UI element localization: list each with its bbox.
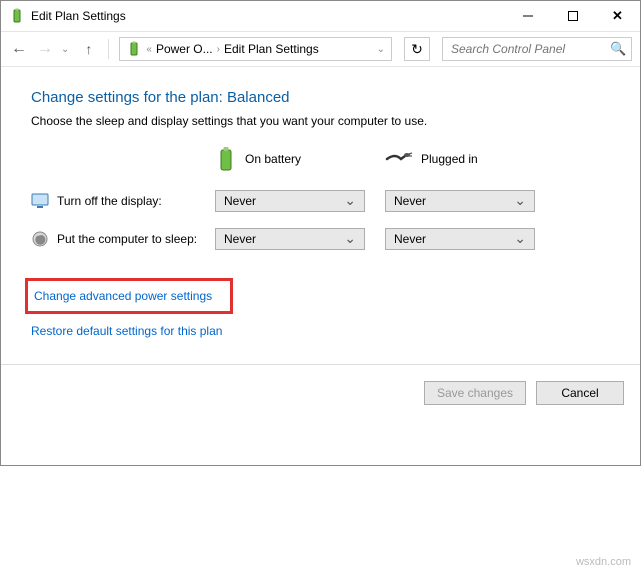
row-turn-off-display: Turn off the display: Never Never bbox=[31, 190, 610, 212]
breadcrumb-power-options[interactable]: Power O... bbox=[156, 42, 213, 56]
row-label-sleep: Put the computer to sleep: bbox=[57, 232, 197, 246]
window-title: Edit Plan Settings bbox=[31, 9, 505, 23]
search-icon[interactable]: 🔍 bbox=[610, 41, 626, 57]
link-advanced-settings[interactable]: Change advanced power settings bbox=[34, 289, 212, 303]
power-options-icon bbox=[9, 8, 25, 24]
link-restore-defaults[interactable]: Restore default settings for this plan bbox=[31, 324, 222, 338]
forward-button[interactable]: → bbox=[35, 39, 55, 59]
search-input[interactable] bbox=[449, 41, 610, 57]
minimize-button[interactable] bbox=[505, 1, 550, 31]
breadcrumb-edit-plan[interactable]: Edit Plan Settings bbox=[224, 42, 319, 56]
column-label-plugged: Plugged in bbox=[421, 152, 478, 166]
divider bbox=[108, 39, 109, 59]
battery-icon bbox=[215, 146, 237, 172]
maximize-button[interactable] bbox=[550, 1, 595, 31]
display-icon bbox=[31, 192, 49, 210]
chevron-left-icon: « bbox=[146, 44, 152, 55]
address-bar[interactable]: « Power O... › Edit Plan Settings ⌄ bbox=[119, 37, 392, 61]
back-button[interactable]: ← bbox=[9, 39, 29, 59]
row-label-display: Turn off the display: bbox=[57, 194, 162, 208]
column-plugged-in: Plugged in bbox=[385, 151, 555, 167]
highlight-box: Change advanced power settings bbox=[25, 278, 233, 314]
page-heading: Change settings for the plan: Balanced bbox=[31, 89, 610, 106]
column-on-battery: On battery bbox=[215, 146, 385, 172]
content-area: Change settings for the plan: Balanced C… bbox=[1, 67, 640, 365]
watermark: wsxdn.com bbox=[576, 556, 631, 568]
select-display-plugged[interactable]: Never bbox=[385, 190, 535, 212]
links-area: Change advanced power settings Restore d… bbox=[31, 278, 610, 338]
navigation-toolbar: ← → ⌄ ↑ « Power O... › Edit Plan Setting… bbox=[1, 31, 640, 67]
chevron-down-icon[interactable]: ⌄ bbox=[377, 44, 385, 55]
sleep-icon bbox=[31, 230, 49, 248]
columns-header: On battery Plugged in bbox=[31, 146, 610, 172]
row-sleep: Put the computer to sleep: Never Never bbox=[31, 228, 610, 250]
history-dropdown-icon[interactable]: ⌄ bbox=[61, 44, 69, 55]
window: Edit Plan Settings ← → ⌄ ↑ « Power O.. bbox=[0, 0, 641, 466]
select-display-battery[interactable]: Never bbox=[215, 190, 365, 212]
column-label-battery: On battery bbox=[245, 152, 301, 166]
cancel-button[interactable]: Cancel bbox=[536, 381, 624, 405]
power-options-icon bbox=[126, 41, 142, 57]
save-button[interactable]: Save changes bbox=[424, 381, 526, 405]
select-sleep-plugged[interactable]: Never bbox=[385, 228, 535, 250]
window-controls bbox=[505, 1, 640, 31]
titlebar: Edit Plan Settings bbox=[1, 1, 640, 31]
up-button[interactable]: ↑ bbox=[85, 41, 92, 57]
refresh-button[interactable]: ↻ bbox=[404, 37, 430, 61]
close-button[interactable] bbox=[595, 1, 640, 31]
select-sleep-battery[interactable]: Never bbox=[215, 228, 365, 250]
page-description: Choose the sleep and display settings th… bbox=[31, 114, 610, 128]
chevron-right-icon: › bbox=[217, 44, 220, 55]
plug-icon bbox=[385, 151, 413, 167]
footer-buttons: Save changes Cancel bbox=[1, 365, 640, 465]
search-box[interactable]: 🔍 bbox=[442, 37, 632, 61]
